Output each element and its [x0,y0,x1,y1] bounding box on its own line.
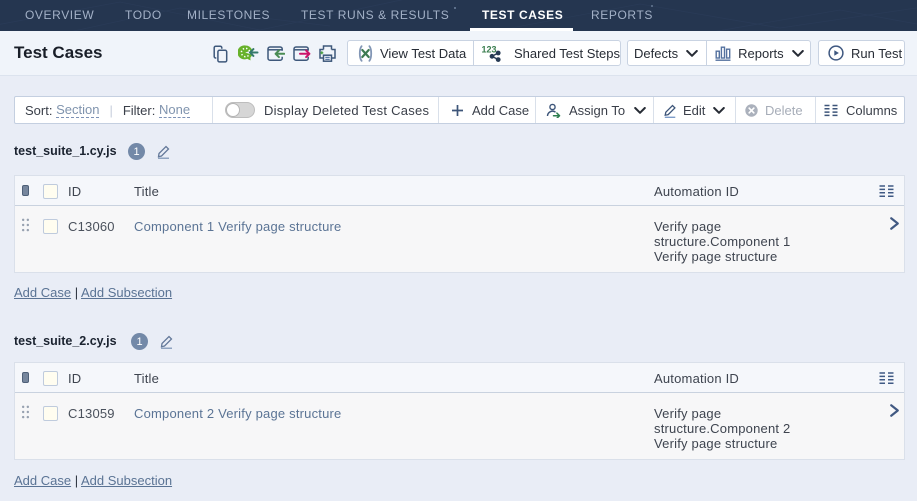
svg-text:123: 123 [482,45,497,55]
